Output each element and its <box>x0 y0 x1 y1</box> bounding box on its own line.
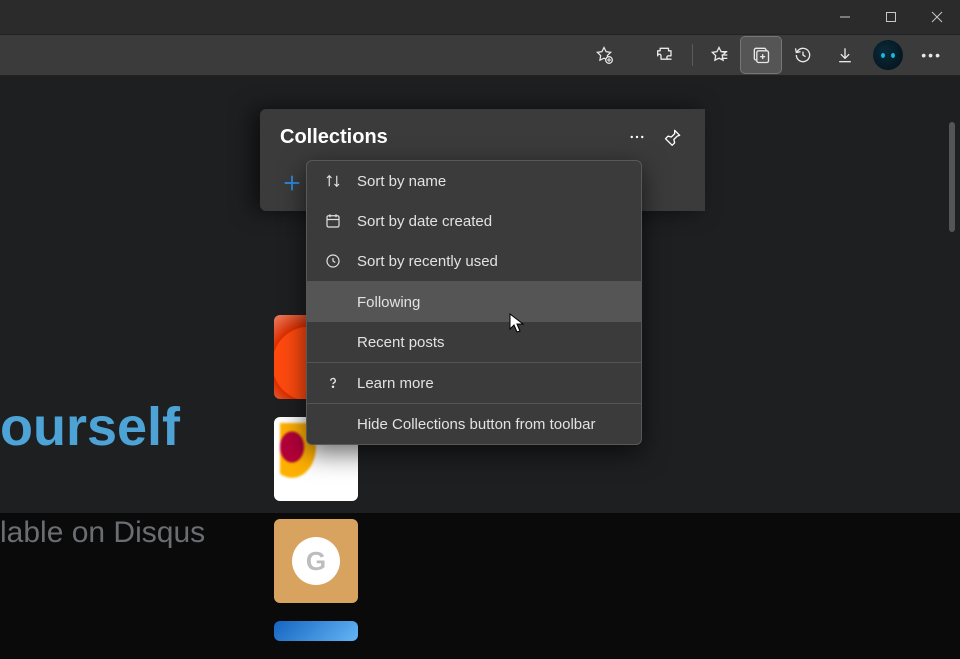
sort-az-icon <box>323 171 343 191</box>
menu-learn-more[interactable]: Learn more <box>307 363 641 403</box>
downloads-button[interactable] <box>825 37 865 73</box>
menu-sort-date[interactable]: Sort by date created <box>307 201 641 241</box>
menu-sort-name[interactable]: Sort by name <box>307 161 641 201</box>
menu-item-label: Recent posts <box>357 334 445 351</box>
menu-following[interactable]: Following <box>307 282 641 322</box>
window-maximize-button[interactable] <box>868 0 914 34</box>
pin-button[interactable] <box>655 119 691 155</box>
help-icon <box>323 373 343 393</box>
menu-item-label: Sort by name <box>357 173 446 190</box>
settings-more-button[interactable]: ••• <box>911 47 952 63</box>
menu-recent-posts[interactable]: Recent posts <box>307 322 641 362</box>
page-headline: ourself <box>0 396 180 458</box>
collections-button[interactable] <box>741 37 781 73</box>
collections-title: Collections <box>280 126 619 149</box>
add-favorite-button[interactable] <box>584 37 624 73</box>
calendar-icon <box>323 211 343 231</box>
profile-avatar[interactable] <box>873 40 903 70</box>
page-scrollbar-thumb[interactable] <box>949 122 955 232</box>
menu-item-label: Hide Collections button from toolbar <box>357 416 595 433</box>
collection-thumbnail[interactable]: G <box>274 519 358 603</box>
window-minimize-button[interactable] <box>822 0 868 34</box>
window-close-button[interactable] <box>914 0 960 34</box>
page-subline: lable on Disqus <box>0 516 205 550</box>
menu-item-label: Learn more <box>357 375 434 392</box>
new-collection-button[interactable] <box>274 165 310 201</box>
page-scrollbar[interactable] <box>926 76 960 513</box>
menu-item-label: Sort by recently used <box>357 253 498 270</box>
collections-more-button[interactable] <box>619 119 655 155</box>
browser-toolbar: ••• <box>0 34 960 76</box>
toolbar-separator <box>692 44 693 66</box>
history-button[interactable] <box>783 37 823 73</box>
favorites-button[interactable] <box>699 37 739 73</box>
clock-icon <box>323 251 343 271</box>
collection-thumbnail[interactable] <box>274 621 358 641</box>
extensions-button[interactable] <box>646 37 686 73</box>
collections-context-menu: Sort by name Sort by date created Sort b… <box>306 160 642 445</box>
menu-sort-recent[interactable]: Sort by recently used <box>307 241 641 281</box>
menu-item-label: Following <box>357 294 420 311</box>
window-titlebar <box>0 0 960 34</box>
menu-item-label: Sort by date created <box>357 213 492 230</box>
menu-hide-button[interactable]: Hide Collections button from toolbar <box>307 404 641 444</box>
